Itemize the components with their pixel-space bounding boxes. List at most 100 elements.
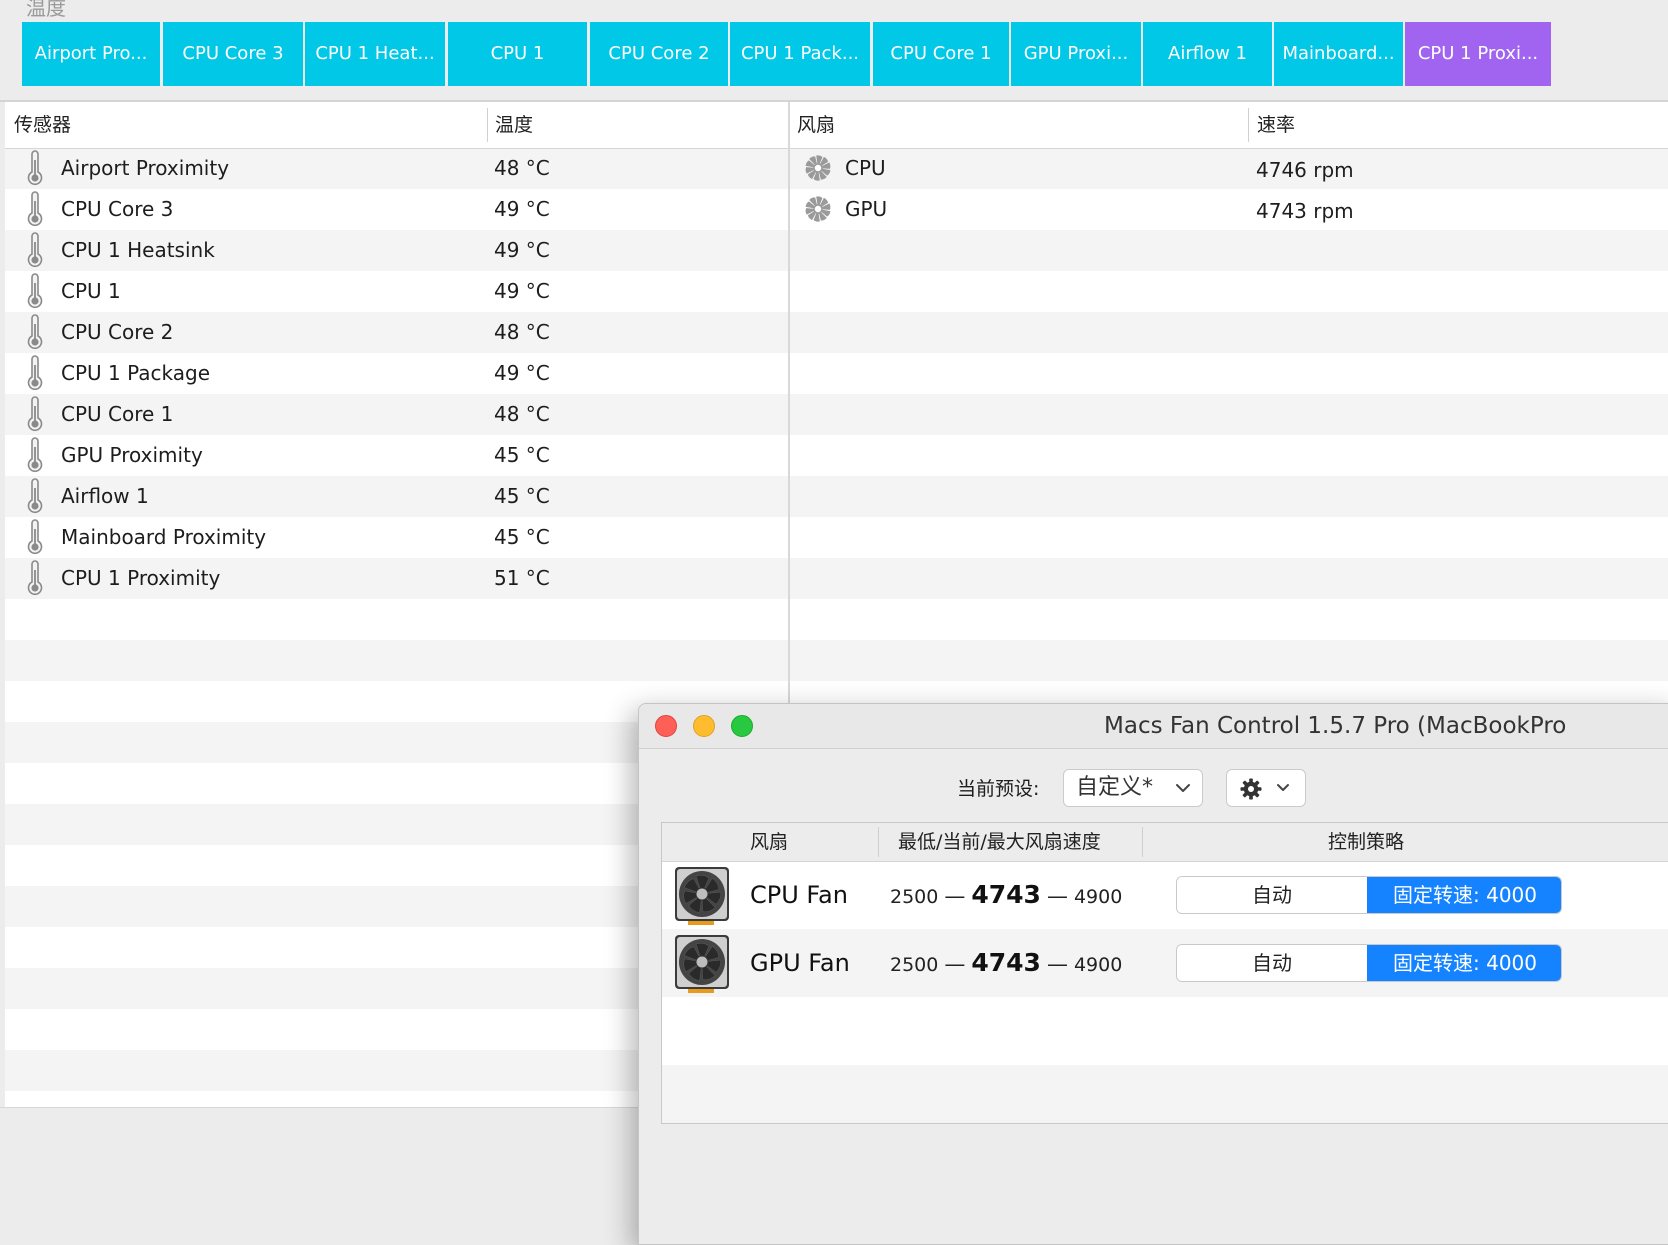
- sensor-name: CPU 1: [61, 279, 121, 303]
- fan-name: GPU: [845, 197, 888, 221]
- control-mode-segmented: 自动 固定转速: 4000: [1176, 876, 1562, 914]
- sensor-row[interactable]: CPU Core 2 48 °C: [5, 312, 788, 353]
- fan-control-table: 风扇 最低/当前/最大风扇速度 控制策略 CPU Fan 2500—4743—49…: [661, 822, 1668, 1124]
- sensor-temperature: 45 °C: [494, 525, 550, 549]
- thermometer-icon: [27, 437, 43, 472]
- fan-name: CPU Fan: [750, 881, 848, 909]
- sensor-temperature: 45 °C: [494, 484, 550, 508]
- row-stripe: [5, 640, 1668, 681]
- close-button[interactable]: [655, 715, 677, 737]
- sensor-tab[interactable]: GPU Proxi...: [1011, 22, 1141, 86]
- sensor-row[interactable]: Mainboard Proximity 45 °C: [5, 517, 788, 558]
- column-header-sensor[interactable]: 传感器: [14, 102, 72, 148]
- sensor-tab[interactable]: CPU 1: [448, 22, 587, 86]
- fan-icon: [675, 935, 729, 993]
- fan-row[interactable]: CPU 4746 rpm: [790, 148, 1668, 189]
- sensor-row[interactable]: CPU 1 Heatsink 49 °C: [5, 230, 788, 271]
- thermometer-icon: [27, 396, 43, 431]
- control-mode-segmented: 自动 固定转速: 4000: [1176, 944, 1562, 982]
- gear-icon: [1240, 778, 1262, 800]
- fan-control-row[interactable]: CPU Fan 2500—4743—4900 自动 固定转速: 4000: [662, 861, 1668, 929]
- chevron-down-icon: [1277, 784, 1289, 791]
- sensor-name: CPU 1 Heatsink: [61, 238, 215, 262]
- column-header-fan[interactable]: 风扇: [797, 102, 836, 148]
- fan-row[interactable]: GPU 4743 rpm: [790, 189, 1668, 230]
- sensor-row[interactable]: CPU 1 49 °C: [5, 271, 788, 312]
- sensor-temperature: 45 °C: [494, 443, 550, 467]
- sensor-temperature: 48 °C: [494, 156, 550, 180]
- sensor-name: Mainboard Proximity: [61, 525, 267, 549]
- sensor-tab[interactable]: CPU 1 Pack...: [730, 22, 870, 86]
- thermometer-icon: [27, 191, 43, 226]
- maximize-button[interactable]: [731, 715, 753, 737]
- sensor-row[interactable]: CPU Core 3 49 °C: [5, 189, 788, 230]
- sensor-name: CPU 1 Package: [61, 361, 211, 385]
- empty-row: [662, 997, 1668, 1065]
- preset-value: 自定义*: [1076, 775, 1154, 800]
- auto-mode-button[interactable]: 自动: [1177, 877, 1367, 913]
- sensor-temperature: 48 °C: [494, 320, 550, 344]
- sensor-row[interactable]: CPU Core 1 48 °C: [5, 394, 788, 435]
- minimize-button[interactable]: [693, 715, 715, 737]
- sensor-tab[interactable]: CPU 1 Heat...: [305, 22, 445, 86]
- column-header-speed[interactable]: 速率: [1257, 102, 1296, 148]
- fan-icon: [805, 155, 831, 181]
- fan-name: GPU Fan: [750, 949, 850, 977]
- thermometer-icon: [27, 519, 43, 554]
- fan-min-speed: 2500: [890, 886, 939, 908]
- thermometer-icon: [27, 355, 43, 390]
- table-header-row: 传感器 温度 风扇 速率: [5, 102, 1668, 149]
- sensor-name: CPU Core 2: [61, 320, 174, 344]
- settings-menu-button[interactable]: [1226, 769, 1306, 807]
- thermometer-icon: [27, 232, 43, 267]
- sensor-name: CPU Core 1: [61, 402, 174, 426]
- fan-table-header: 风扇 最低/当前/最大风扇速度 控制策略: [662, 823, 1668, 862]
- column-header-temperature[interactable]: 温度: [495, 102, 534, 148]
- auto-mode-button[interactable]: 自动: [1177, 945, 1367, 981]
- sensor-name: Airport Proximity: [61, 156, 230, 180]
- sensor-tab[interactable]: CPU Core 3: [163, 22, 303, 86]
- range-separator: —: [1046, 952, 1068, 976]
- range-separator: —: [944, 884, 966, 908]
- fixed-speed-button[interactable]: 固定转速: 4000: [1367, 945, 1561, 981]
- sensor-tab-active[interactable]: CPU 1 Proxi...: [1405, 22, 1551, 86]
- preset-label: 当前预设:: [957, 778, 1040, 800]
- sensor-temperature: 49 °C: [494, 197, 550, 221]
- sensor-row[interactable]: CPU 1 Proximity 51 °C: [5, 558, 788, 599]
- column-separator[interactable]: [1248, 108, 1249, 142]
- sensor-tab[interactable]: CPU Core 2: [590, 22, 728, 86]
- sensor-tab[interactable]: Mainboard...: [1274, 22, 1403, 86]
- sensor-row[interactable]: Airport Proximity 48 °C: [5, 148, 788, 189]
- sensor-tab[interactable]: CPU Core 1: [873, 22, 1009, 86]
- fixed-speed-button[interactable]: 固定转速: 4000: [1367, 877, 1561, 913]
- fan-speed: 4743 rpm: [1256, 199, 1354, 223]
- sensor-row[interactable]: Airflow 1 45 °C: [5, 476, 788, 517]
- fan-min-speed: 2500: [890, 954, 939, 976]
- thermometer-icon: [27, 273, 43, 308]
- column-separator[interactable]: [487, 108, 488, 142]
- preset-select[interactable]: 自定义*: [1063, 769, 1203, 807]
- sensor-temperature: 49 °C: [494, 279, 550, 303]
- column-header-speeds: 最低/当前/最大风扇速度: [898, 831, 1101, 853]
- sensor-row[interactable]: GPU Proximity 45 °C: [5, 435, 788, 476]
- fan-control-window: Macs Fan Control 1.5.7 Pro (MacBookPro 当…: [638, 703, 1668, 1245]
- fan-control-row[interactable]: GPU Fan 2500—4743—4900 自动 固定转速: 4000: [662, 929, 1668, 997]
- fan-icon: [805, 196, 831, 222]
- range-separator: —: [1046, 884, 1068, 908]
- fan-max-speed: 4900: [1073, 886, 1123, 908]
- fan-speed-range: 2500—4743—4900: [890, 861, 1122, 932]
- row-stripe: [5, 599, 1668, 640]
- empty-row: [662, 1065, 1668, 1123]
- thermometer-icon: [27, 478, 43, 513]
- fan-icon: [675, 867, 729, 925]
- sensor-name: CPU 1 Proximity: [61, 566, 221, 590]
- thermometer-icon: [27, 150, 43, 185]
- section-title: 温度: [26, 0, 66, 20]
- chevron-down-icon: [1176, 784, 1190, 792]
- sensor-tab[interactable]: Airflow 1: [1143, 22, 1272, 86]
- sensor-tab[interactable]: Airport Pro...: [22, 22, 160, 86]
- column-separator: [878, 827, 879, 857]
- window-titlebar[interactable]: Macs Fan Control 1.5.7 Pro (MacBookPro: [639, 704, 1668, 749]
- fan-max-speed: 4900: [1073, 954, 1123, 976]
- sensor-row[interactable]: CPU 1 Package 49 °C: [5, 353, 788, 394]
